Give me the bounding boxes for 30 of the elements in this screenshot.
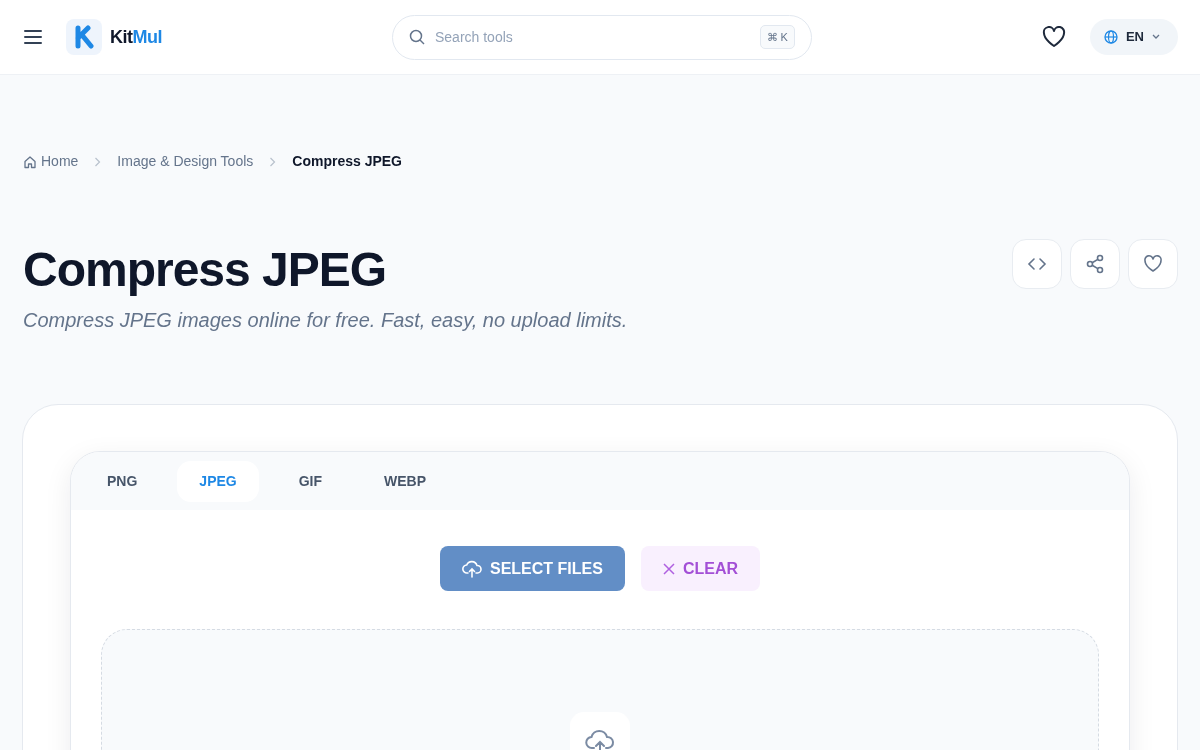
menu-icon[interactable] bbox=[24, 30, 42, 44]
logo-text[interactable]: KitMul bbox=[110, 23, 162, 51]
breadcrumb-current: Compress JPEG bbox=[292, 152, 402, 171]
language-button[interactable]: EN bbox=[1089, 19, 1178, 55]
globe-icon bbox=[1103, 30, 1118, 44]
cloud-upload-icon bbox=[462, 559, 482, 578]
search-bar[interactable]: Search tools ⌘ K bbox=[391, 14, 812, 60]
close-icon bbox=[662, 562, 675, 575]
search-icon bbox=[408, 29, 425, 45]
shortcut-hint: ⌘ K bbox=[759, 24, 795, 50]
favorite-button[interactable] bbox=[1128, 239, 1178, 289]
embed-button[interactable] bbox=[1012, 239, 1062, 289]
breadcrumb-link[interactable]: Home bbox=[41, 151, 79, 172]
select-files-button[interactable]: SELECT FILES bbox=[440, 546, 625, 591]
chevron-icon bbox=[94, 156, 102, 167]
heart-icon[interactable] bbox=[1041, 26, 1066, 48]
format-tab[interactable]: JPEG bbox=[177, 460, 259, 502]
page-title: Compress JPEG bbox=[23, 244, 388, 297]
format-tab[interactable]: WEBP bbox=[362, 460, 449, 502]
format-tab[interactable]: GIF bbox=[276, 460, 345, 502]
format-tab[interactable]: PNG bbox=[85, 460, 160, 502]
heart-icon bbox=[1143, 254, 1163, 274]
logo-icon[interactable] bbox=[66, 19, 102, 55]
page-subtitle: Compress JPEG images online for free. Fast, easy, no upload limits. bbox=[23, 307, 628, 333]
share-icon bbox=[1085, 254, 1105, 274]
chevron-icon bbox=[269, 156, 277, 167]
caret-icon bbox=[1152, 34, 1160, 40]
share-button[interactable] bbox=[1070, 239, 1120, 289]
breadcrumb-link[interactable]: Image & Design Tools bbox=[117, 151, 254, 172]
home-icon bbox=[23, 154, 37, 169]
